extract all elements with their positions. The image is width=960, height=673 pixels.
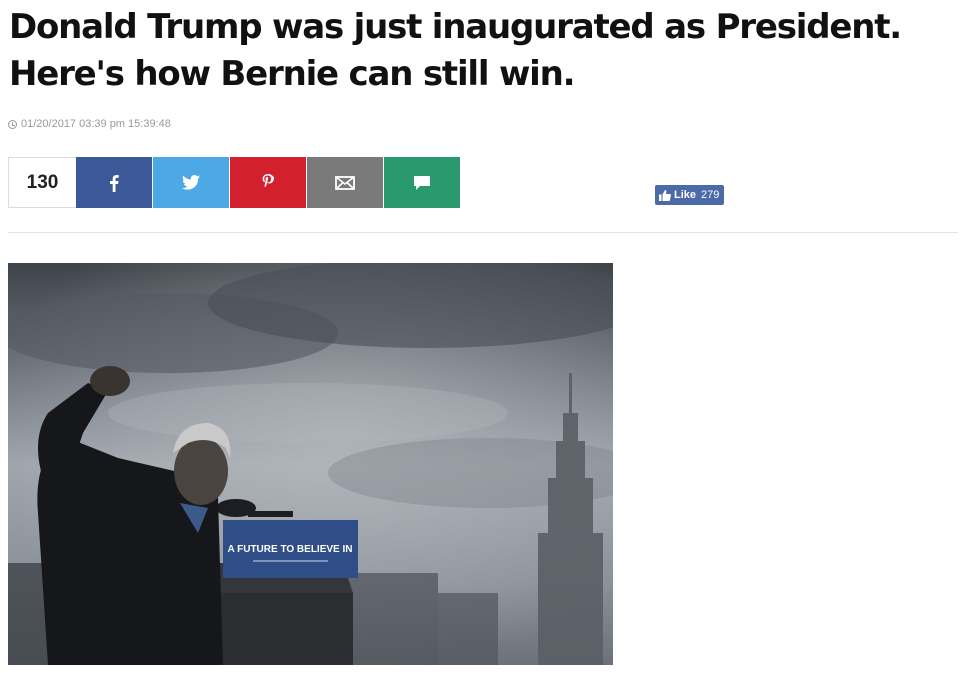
timestamp-text: 01/20/2017 03:39 pm 15:39:48: [21, 118, 171, 130]
share-bar: 130: [8, 157, 460, 208]
like-count: 279: [701, 189, 720, 201]
email-share-button[interactable]: [307, 157, 383, 208]
facebook-share-button[interactable]: [76, 157, 152, 208]
article-headline: Donald Trump was just inaugurated as Pre…: [9, 7, 902, 94]
pinterest-icon: [262, 173, 274, 187]
envelope-icon: [335, 175, 355, 190]
podium-sign-text: A FUTURE TO BELIEVE IN: [227, 544, 352, 555]
thumbs-up-icon: [659, 189, 671, 201]
article-timestamp: 01/20/2017 03:39 pm 15:39:48: [8, 118, 171, 130]
divider: [8, 232, 958, 233]
facebook-icon: [110, 174, 119, 192]
twitter-icon: [182, 175, 200, 190]
pinterest-share-button[interactable]: [230, 157, 306, 208]
article-photo: A FUTURE TO BELIEVE IN: [8, 263, 613, 665]
comment-button[interactable]: [384, 157, 460, 208]
like-label: Like: [674, 189, 697, 201]
photo-illustration: A FUTURE TO BELIEVE IN: [8, 263, 613, 665]
twitter-share-button[interactable]: [153, 157, 229, 208]
facebook-like-button[interactable]: Like 279: [655, 185, 725, 205]
speech-bubble-icon: [414, 175, 430, 190]
share-count: 130: [8, 157, 76, 208]
clock-icon: [8, 119, 17, 129]
